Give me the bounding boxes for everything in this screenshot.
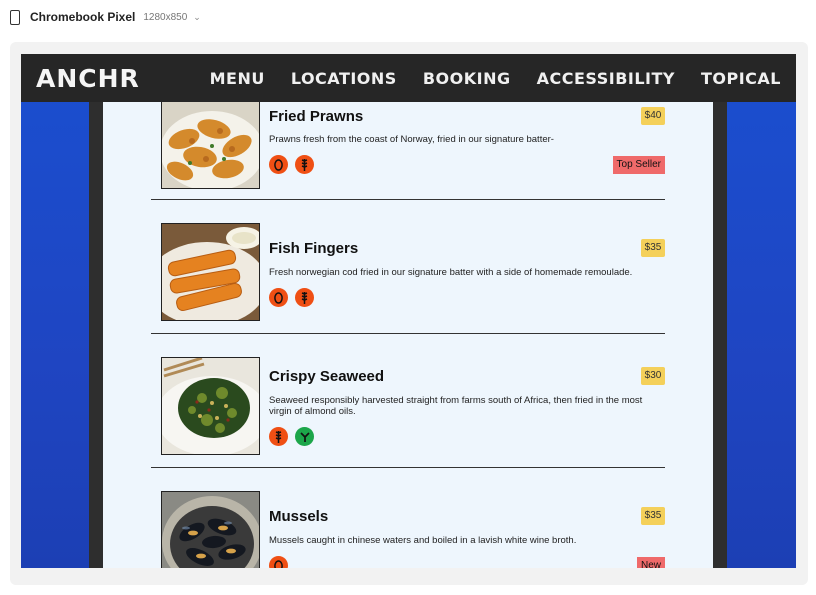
item-description: Mussels caught in chinese waters and boi… <box>269 535 577 546</box>
site-navbar: ANCHR MENU LOCATIONS BOOKING ACCESSIBILI… <box>21 54 796 102</box>
page-viewport: ANCHR MENU LOCATIONS BOOKING ACCESSIBILI… <box>21 54 796 568</box>
content-rail-right <box>713 102 727 568</box>
allergen-icons <box>269 155 314 174</box>
wheat-icon <box>269 427 288 446</box>
brand-logo[interactable]: ANCHR <box>36 64 140 93</box>
top-seller-badge: Top Seller <box>612 156 665 174</box>
allergen-icons <box>269 427 314 446</box>
nav-link-accessibility[interactable]: ACCESSIBILITY <box>537 69 675 88</box>
menu-item: Fried Prawns $40 Prawns fresh from the c… <box>161 102 665 192</box>
vegan-icon <box>295 427 314 446</box>
nav-links: MENU LOCATIONS BOOKING ACCESSIBILITY TOP… <box>210 54 781 102</box>
fried-prawns-image <box>161 102 260 189</box>
fish-fingers-image <box>161 223 260 321</box>
price-badge: $40 <box>641 107 665 125</box>
phone-device-icon[interactable] <box>10 9 20 25</box>
item-title: Fried Prawns <box>269 108 364 125</box>
wheat-icon <box>295 155 314 174</box>
wheat-icon <box>295 288 314 307</box>
item-divider <box>151 199 665 200</box>
menu-list[interactable]: Fried Prawns $40 Prawns fresh from the c… <box>103 102 713 568</box>
nav-link-booking[interactable]: BOOKING <box>423 69 511 88</box>
item-title: Mussels <box>269 508 329 525</box>
nav-link-menu[interactable]: MENU <box>210 69 265 88</box>
price-badge: $35 <box>641 239 665 257</box>
new-badge: New <box>636 557 665 568</box>
item-description: Prawns fresh from the coast of Norway, f… <box>269 134 554 145</box>
allergen-icons <box>269 556 288 568</box>
item-description: Seaweed responsibly harvested straight f… <box>269 395 643 417</box>
item-divider <box>151 333 665 334</box>
nav-link-locations[interactable]: LOCATIONS <box>291 69 397 88</box>
price-badge: $35 <box>641 507 665 525</box>
egg-icon <box>269 155 288 174</box>
item-title: Fish Fingers <box>269 240 359 257</box>
menu-item: Mussels $35 Mussels caught in chinese wa… <box>161 491 665 568</box>
menu-item: Crispy Seaweed $30 Seaweed responsibly h… <box>161 357 665 457</box>
item-divider <box>151 467 665 468</box>
content-rail-left <box>89 102 103 568</box>
menu-item: Fish Fingers $35 Fresh norwegian cod fri… <box>161 223 665 323</box>
chevron-down-icon[interactable]: ⌄ <box>193 12 201 23</box>
egg-icon <box>269 288 288 307</box>
item-title: Crispy Seaweed <box>269 368 385 385</box>
allergen-icons <box>269 288 314 307</box>
item-description: Fresh norwegian cod fried in our signatu… <box>269 267 633 278</box>
crispy-seaweed-image <box>161 357 260 455</box>
mussels-image <box>161 491 260 568</box>
price-badge: $30 <box>641 367 665 385</box>
egg-icon <box>269 556 288 568</box>
device-name[interactable]: Chromebook Pixel <box>30 10 135 24</box>
nav-link-topical[interactable]: TOPICAL <box>701 69 781 88</box>
device-toolbar: Chromebook Pixel 1280x850 ⌄ <box>0 0 816 40</box>
device-size: 1280x850 <box>143 12 188 23</box>
